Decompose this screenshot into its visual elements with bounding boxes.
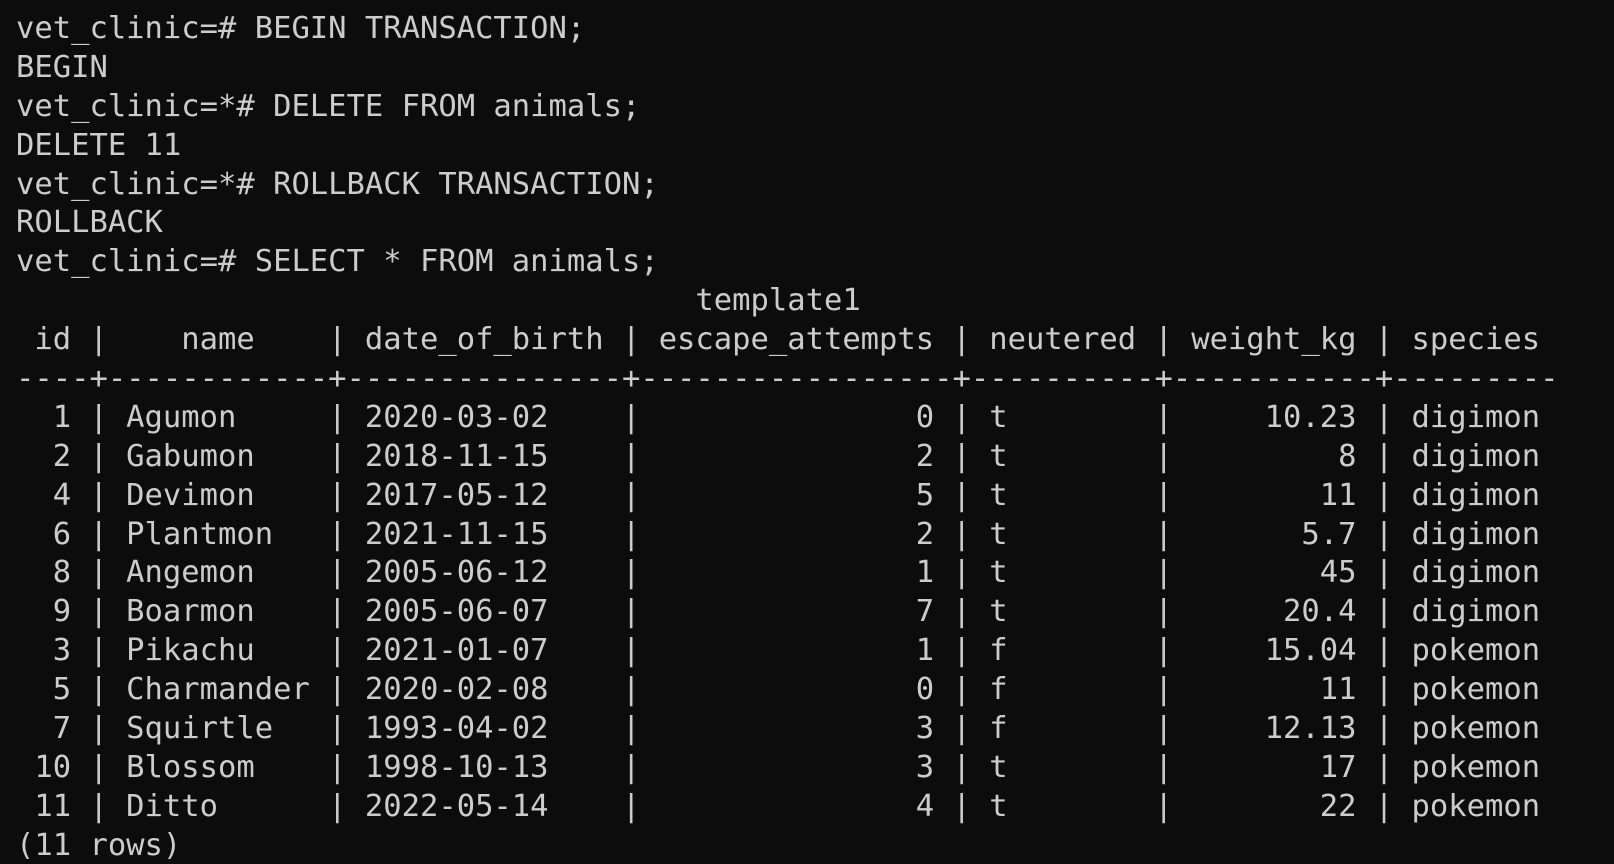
output-rollback: ROLLBACK xyxy=(16,205,163,241)
table-row: 9 | Boarmon | 2005-06-07 | 7 | t | 20.4 … xyxy=(16,594,1541,630)
table-row: 3 | Pikachu | 2021-01-07 | 1 | f | 15.04… xyxy=(16,633,1541,669)
table-row: 2 | Gabumon | 2018-11-15 | 2 | t | 8 | d… xyxy=(16,438,1541,474)
result-table-separator: ----+------------+---------------+------… xyxy=(16,361,1559,397)
terminal-window[interactable]: vet_clinic=# BEGIN TRANSACTION; BEGIN ve… xyxy=(0,0,1614,864)
output-begin: BEGIN xyxy=(16,49,108,85)
prompt-rollback-transaction: vet_clinic=*# ROLLBACK TRANSACTION; xyxy=(16,166,659,202)
result-table-title: template1 xyxy=(16,283,861,319)
table-row: 4 | Devimon | 2017-05-12 | 5 | t | 11 | … xyxy=(16,477,1541,513)
table-row: 5 | Charmander | 2020-02-08 | 0 | f | 11… xyxy=(16,672,1541,708)
result-row-count: (11 rows) xyxy=(16,827,182,863)
prompt-select-animals: vet_clinic=# SELECT * FROM animals; xyxy=(16,244,659,280)
prompt-begin-transaction: vet_clinic=# BEGIN TRANSACTION; xyxy=(16,11,586,46)
table-row: 10 | Blossom | 1998-10-13 | 3 | t | 17 |… xyxy=(16,749,1541,785)
output-delete-count: DELETE 11 xyxy=(16,127,182,163)
table-row: 11 | Ditto | 2022-05-14 | 4 | t | 22 | p… xyxy=(16,788,1541,824)
result-table-header: id | name | date_of_birth | escape_attem… xyxy=(16,322,1541,358)
table-row: 6 | Plantmon | 2021-11-15 | 2 | t | 5.7 … xyxy=(16,516,1541,552)
prompt-delete-from-animals: vet_clinic=*# DELETE FROM animals; xyxy=(16,88,641,124)
table-row: 1 | Agumon | 2020-03-02 | 0 | t | 10.23 … xyxy=(16,399,1541,435)
table-row: 7 | Squirtle | 1993-04-02 | 3 | f | 12.1… xyxy=(16,711,1541,747)
table-row: 8 | Angemon | 2005-06-12 | 1 | t | 45 | … xyxy=(16,555,1541,591)
